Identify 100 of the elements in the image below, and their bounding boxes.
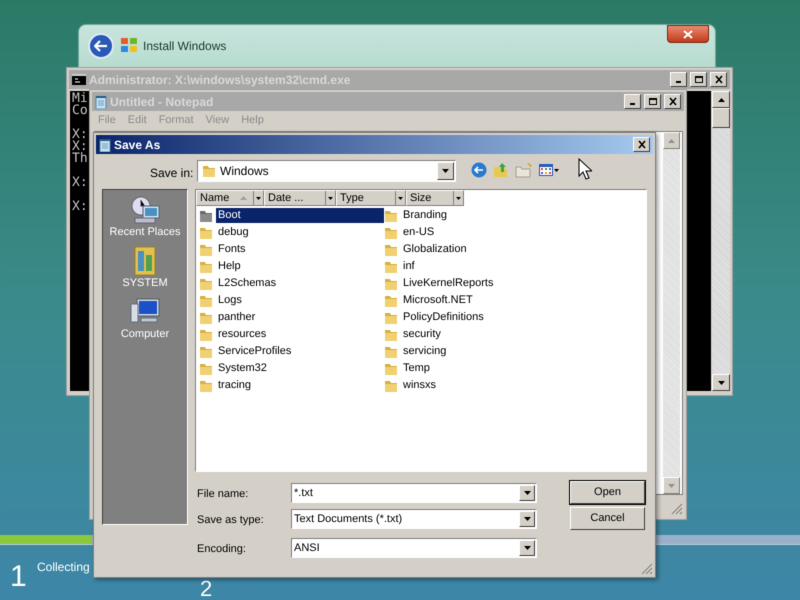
folder-name[interactable]: resources xyxy=(216,327,268,342)
resize-grip-icon xyxy=(671,503,683,515)
down-arrow-icon xyxy=(718,380,724,384)
console-line: X: xyxy=(72,174,88,189)
folder-icon xyxy=(202,164,216,178)
caret-icon xyxy=(328,196,333,200)
close-icon xyxy=(668,97,678,106)
folder-icon xyxy=(199,362,213,376)
folder-name[interactable]: LiveKernelReports xyxy=(401,276,496,291)
caret-icon xyxy=(554,168,559,172)
folder-icon xyxy=(199,378,213,392)
console-line: Mi xyxy=(72,93,88,105)
folder-name[interactable]: Fonts xyxy=(216,242,248,257)
window-title: Install Windows xyxy=(143,38,226,55)
dialog-button[interactable]: Cancel xyxy=(570,507,645,530)
resize-grip-icon xyxy=(641,563,653,575)
field-label: Save as type: xyxy=(197,513,264,528)
folder-icon xyxy=(384,362,398,376)
dialog-title: Save As xyxy=(114,136,162,154)
folder-name[interactable]: en-US xyxy=(401,225,436,240)
folder-icon xyxy=(199,208,213,222)
folder-icon xyxy=(199,294,213,308)
close-button[interactable] xyxy=(667,25,709,43)
maximize-button[interactable] xyxy=(690,72,707,87)
maximize-icon xyxy=(694,75,704,84)
console-line: X: xyxy=(72,198,88,213)
folder-icon xyxy=(384,310,398,324)
caret-icon xyxy=(524,517,530,521)
file-name-field[interactable]: *.txt xyxy=(291,483,537,503)
folder-name[interactable]: Help xyxy=(216,259,243,274)
folder-icon xyxy=(384,294,398,308)
folder-name[interactable]: System32 xyxy=(216,361,269,376)
folder-name[interactable]: Microsoft.NET xyxy=(401,293,475,308)
folder-name[interactable]: L2Schemas xyxy=(216,276,278,291)
minimize-button[interactable] xyxy=(624,94,641,109)
sort-arrow-icon xyxy=(240,196,247,200)
folder-name[interactable]: panther xyxy=(216,310,258,325)
dropdown[interactable]: ANSI xyxy=(291,538,537,558)
mouse-pointer-icon xyxy=(578,158,592,180)
folder-icon xyxy=(199,310,213,324)
flag-logo-icon xyxy=(120,37,138,53)
folder-name[interactable]: Boot xyxy=(216,208,384,223)
folder-name[interactable]: Branding xyxy=(401,208,450,223)
dropdown-value: Windows xyxy=(220,163,270,180)
down-arrow-icon xyxy=(668,484,675,488)
field-label: Save in: xyxy=(150,165,194,182)
console-icon xyxy=(72,74,86,85)
notepad-icon xyxy=(99,138,111,152)
places-item[interactable]: Computer xyxy=(104,296,186,341)
caret-icon xyxy=(256,196,261,200)
caret-icon xyxy=(442,169,449,173)
folder-name[interactable]: Logs xyxy=(216,293,244,308)
maximize-button[interactable] xyxy=(644,94,661,109)
console-line: X: xyxy=(72,126,88,141)
close-icon xyxy=(714,75,724,84)
folder-name[interactable]: winsxs xyxy=(401,378,438,393)
folder-icon xyxy=(199,242,213,256)
views-button[interactable] xyxy=(539,164,559,176)
folder-icon xyxy=(199,276,213,290)
dropdown-button[interactable] xyxy=(437,162,454,180)
places-item[interactable]: Recent Places xyxy=(104,194,186,239)
minimize-button[interactable] xyxy=(670,72,687,87)
clock-monitor-icon xyxy=(129,194,161,226)
dialog-button[interactable]: Open xyxy=(570,481,645,504)
folder-icon xyxy=(199,260,213,274)
folder-name[interactable]: ServiceProfiles xyxy=(216,344,294,359)
caret-icon xyxy=(456,196,461,200)
column-header[interactable]: Type xyxy=(336,190,406,206)
back-arrow-icon xyxy=(94,40,108,52)
save-in-dropdown[interactable]: Windows xyxy=(197,160,456,182)
column-header[interactable]: Date ... xyxy=(264,190,336,206)
caret-icon xyxy=(398,196,403,200)
folder-name[interactable]: Temp xyxy=(401,361,432,376)
maximize-icon xyxy=(648,97,658,106)
places-item[interactable]: SYSTEM xyxy=(104,245,186,290)
scroll-thumb[interactable] xyxy=(712,108,730,128)
folder-icon xyxy=(384,276,398,290)
folder-icon xyxy=(199,328,213,342)
scroll-up-button[interactable] xyxy=(712,91,730,108)
folder-name[interactable]: security xyxy=(401,327,443,342)
up-arrow-icon xyxy=(718,98,724,102)
dropdown[interactable]: Text Documents (*.txt) xyxy=(291,509,537,529)
console-line: Co xyxy=(72,105,88,117)
folder-up-arrow-icon xyxy=(493,162,509,178)
folder-icon xyxy=(384,260,398,274)
folder-name[interactable]: debug xyxy=(216,225,251,240)
back-button[interactable] xyxy=(471,162,487,178)
grid-view-icon xyxy=(539,164,553,176)
column-header[interactable]: Name xyxy=(196,190,264,206)
folder-name[interactable]: servicing xyxy=(401,344,448,359)
column-header[interactable]: Size xyxy=(406,190,464,206)
scroll-down-button[interactable] xyxy=(712,374,730,391)
folder-name[interactable]: tracing xyxy=(216,378,254,393)
back-button[interactable] xyxy=(88,33,114,59)
folder-name[interactable]: Globalization xyxy=(401,242,469,257)
step-label: Collecting xyxy=(37,559,90,576)
field-label: File name: xyxy=(197,487,248,502)
folder-name[interactable]: inf xyxy=(401,259,417,274)
folder-name[interactable]: PolicyDefinitions xyxy=(401,310,486,325)
folder-icon xyxy=(515,162,533,178)
